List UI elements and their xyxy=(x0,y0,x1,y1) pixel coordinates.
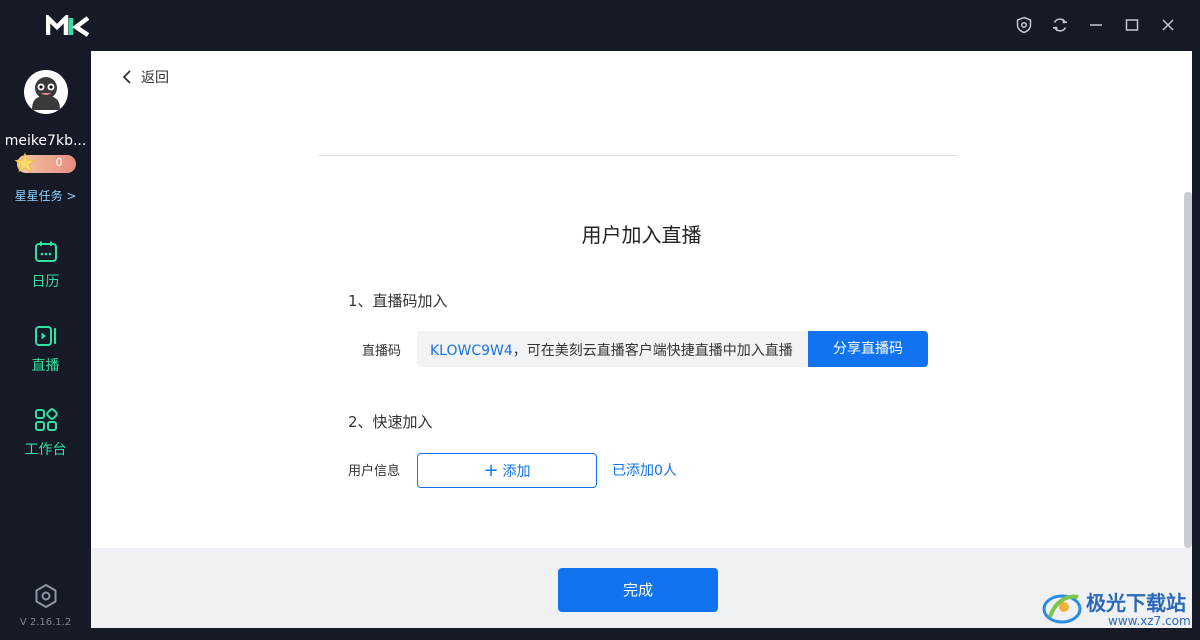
live-code-text: KLOWC9W4，可在美刻云直播客户端快捷直播中加入直播 xyxy=(430,340,793,360)
scrollbar[interactable] xyxy=(1184,192,1192,548)
back-label: 返回 xyxy=(141,70,169,86)
footer-bar: 完成 xyxy=(91,548,1192,628)
chevron-left-icon xyxy=(122,70,131,84)
added-count-link[interactable]: 已添加0人 xyxy=(612,460,677,480)
nav-label-calendar: 日历 xyxy=(31,274,60,290)
add-user-button[interactable]: + 添加 xyxy=(417,453,597,488)
watermark: 极光下载站 www.xz7.com xyxy=(1040,583,1196,633)
app-window: meike7kb... 0 星星任务 > 日历 直播 工作台 V 2.16.1.… xyxy=(0,0,1200,640)
live-code-description: ，可在美刻云直播客户端快捷直播中加入直播 xyxy=(512,343,793,359)
nav-item-calendar[interactable]: 日历 xyxy=(0,239,91,305)
back-button[interactable]: 返回 xyxy=(121,67,169,87)
nav-label-workbench: 工作台 xyxy=(24,442,67,458)
page-title: 用户加入直播 xyxy=(581,223,702,247)
nav-item-live[interactable]: 直播 xyxy=(0,323,91,389)
live-code-field[interactable]: KLOWC9W4，可在美刻云直播客户端快捷直播中加入直播 xyxy=(417,331,809,367)
shield-icon[interactable] xyxy=(1006,12,1042,38)
avatar[interactable] xyxy=(24,70,68,114)
watermark-url: www.xz7.com xyxy=(1108,614,1191,628)
app-version: V 2.16.1.2 xyxy=(19,617,72,628)
avatar-image xyxy=(24,70,68,114)
calendar-icon xyxy=(35,241,57,262)
code-label: 直播码 xyxy=(362,344,402,359)
star-count: 0 xyxy=(55,156,63,169)
star-balance[interactable]: 0 xyxy=(14,152,76,173)
main-panel: 返回 用户加入直播 1、直播码加入 直播码 KLOWC9W4，可在美刻云直播客户… xyxy=(91,51,1192,628)
maximize-icon[interactable] xyxy=(1114,12,1150,38)
username: meike7kb... xyxy=(4,133,87,149)
watermark-logo-icon xyxy=(1042,594,1082,624)
done-button[interactable]: 完成 xyxy=(558,568,718,612)
mk-logo-icon xyxy=(45,12,92,37)
divider xyxy=(318,155,958,156)
sync-icon[interactable] xyxy=(1042,12,1078,38)
minimize-icon[interactable] xyxy=(1078,12,1114,38)
sidebar: meike7kb... 0 星星任务 > 日历 直播 工作台 V 2.16.1.… xyxy=(0,51,91,640)
live-icon xyxy=(35,326,57,346)
window-controls xyxy=(1006,12,1186,38)
close-icon[interactable] xyxy=(1150,12,1186,38)
share-code-button[interactable]: 分享直播码 xyxy=(808,331,928,367)
section-quick-join-title: 2、快速加入 xyxy=(348,413,433,431)
settings-icon[interactable] xyxy=(33,583,59,609)
nav-label-live: 直播 xyxy=(31,358,60,374)
star-icon xyxy=(14,152,36,173)
add-user-label: 添加 xyxy=(502,463,531,480)
workbench-icon xyxy=(35,408,58,431)
nav-item-workbench[interactable]: 工作台 xyxy=(0,407,91,473)
live-code: KLOWC9W4 xyxy=(430,343,513,359)
watermark-text: 极光下载站 xyxy=(1086,591,1186,615)
user-info-label: 用户信息 xyxy=(348,464,401,479)
star-tasks-link[interactable]: 星星任务 > xyxy=(0,187,91,204)
section-code-title: 1、直播码加入 xyxy=(348,292,448,310)
plus-icon: + xyxy=(483,459,499,481)
